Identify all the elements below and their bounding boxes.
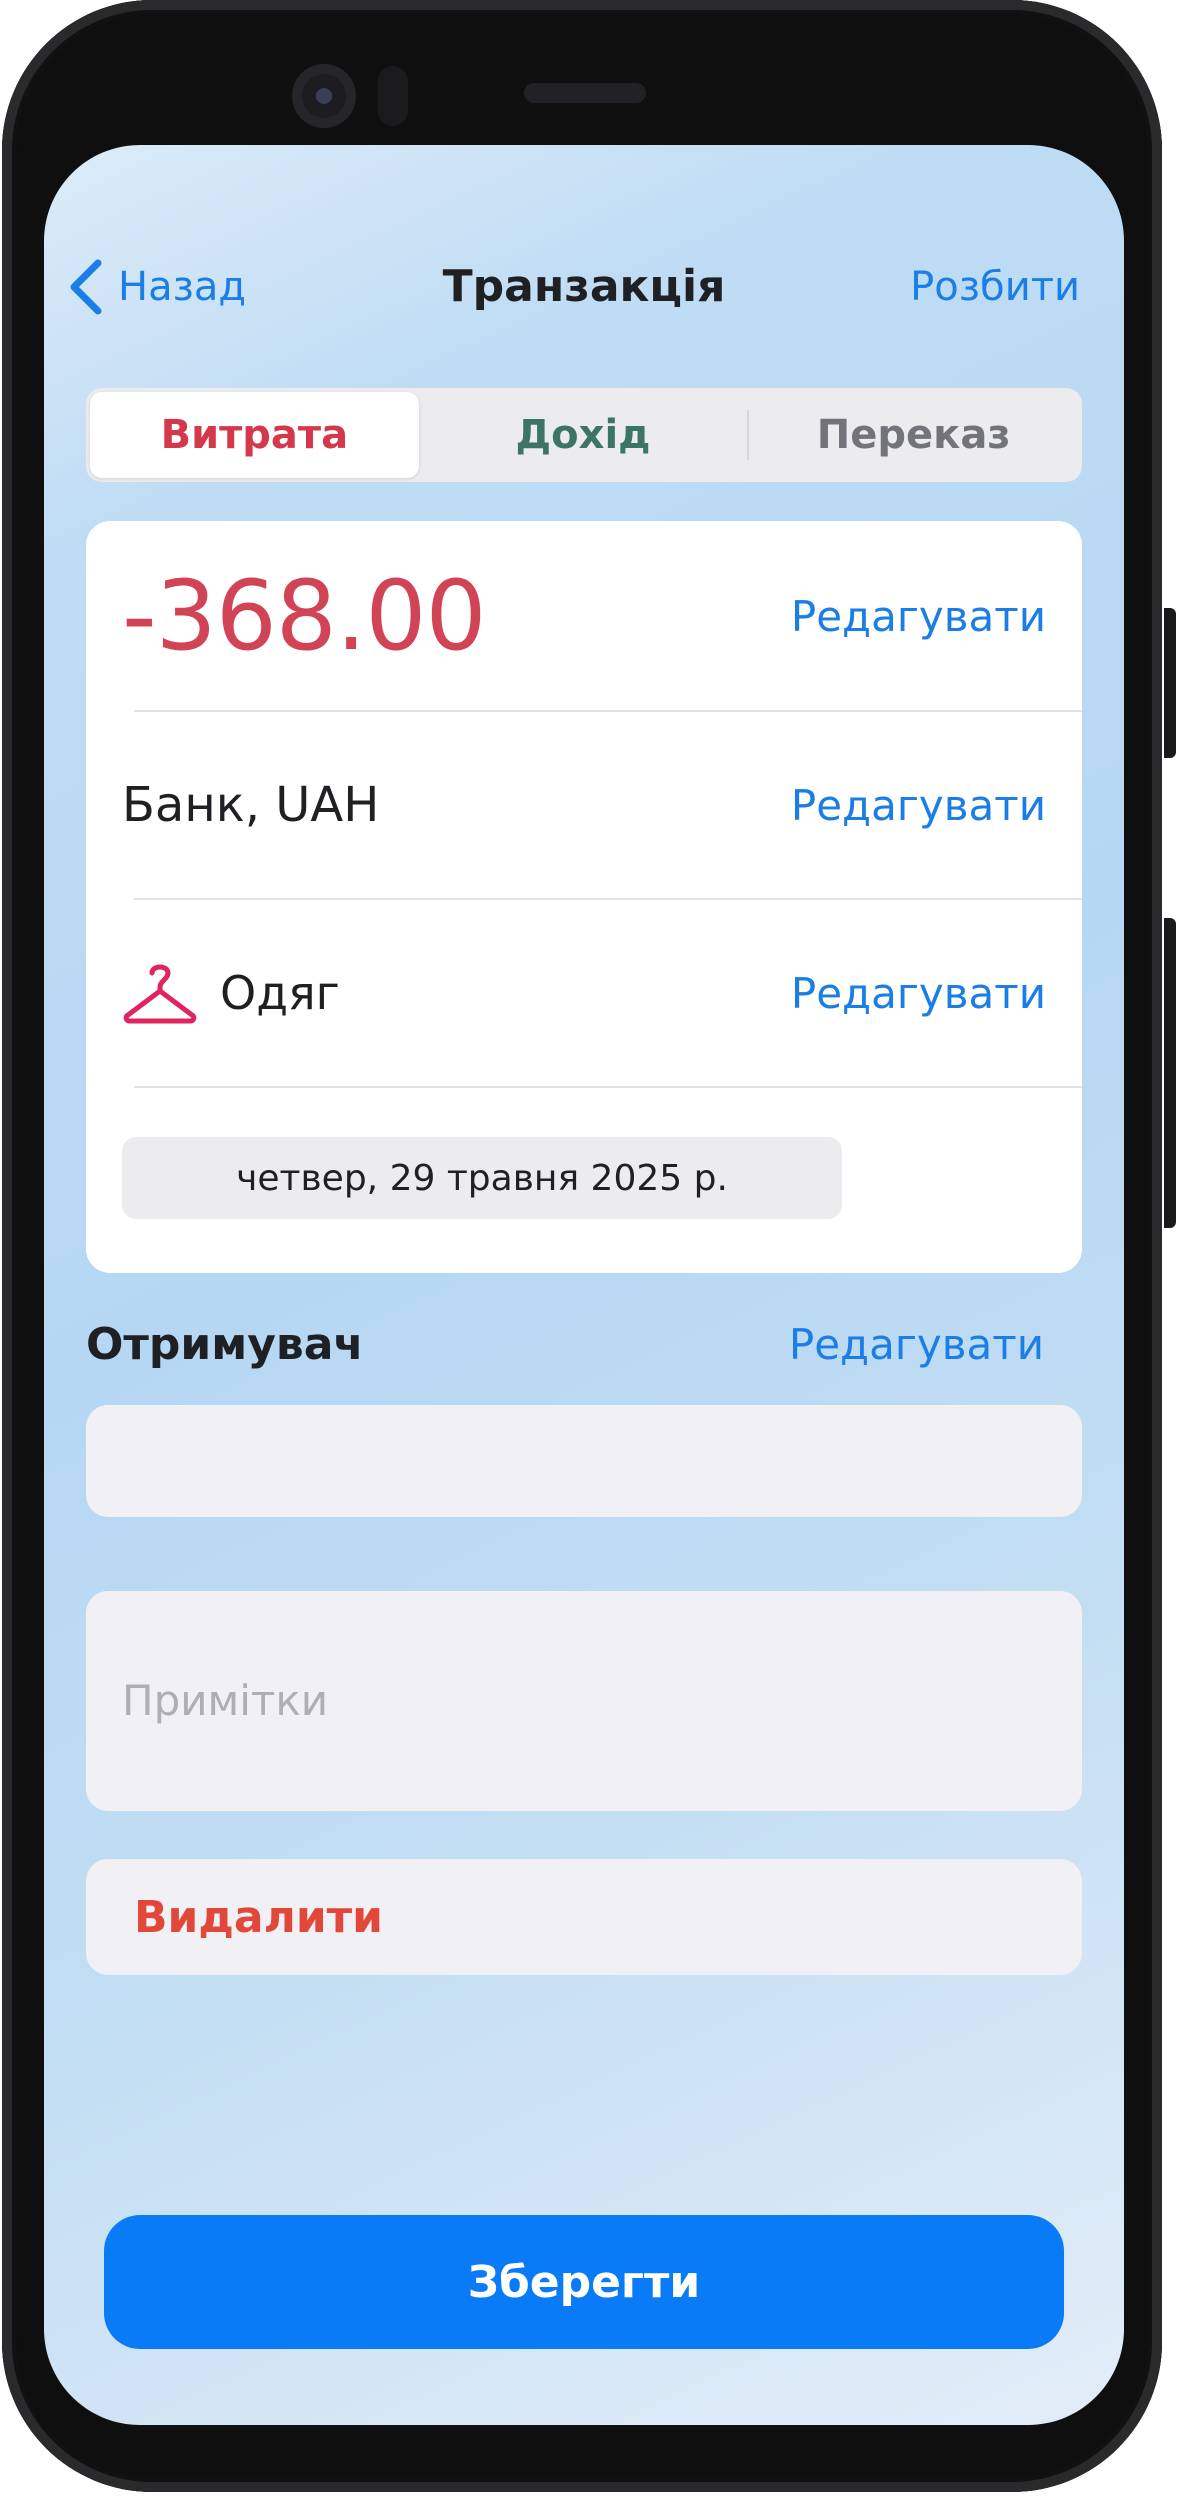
payee-input[interactable] bbox=[86, 1405, 1082, 1517]
account-row: Банк, UAH Редагувати bbox=[86, 711, 1082, 899]
edit-amount-button[interactable]: Редагувати bbox=[791, 592, 1046, 641]
volume-button bbox=[1164, 608, 1176, 758]
earpiece-speaker bbox=[524, 83, 646, 103]
delete-button[interactable]: Видалити bbox=[86, 1859, 1082, 1975]
category-value: Одяг bbox=[220, 966, 340, 1020]
payee-label: Отримувач bbox=[86, 1319, 364, 1370]
power-button bbox=[1164, 918, 1176, 1228]
date-picker[interactable]: четвер, 29 травня 2025 р. bbox=[122, 1137, 842, 1219]
category: Одяг bbox=[122, 961, 340, 1025]
front-camera bbox=[292, 64, 356, 128]
save-button[interactable]: Зберегти bbox=[104, 2215, 1064, 2349]
edit-category-button[interactable]: Редагувати bbox=[791, 969, 1046, 1018]
app-screen: Назад Транзакція Розбити Витрата Дохід П… bbox=[44, 145, 1124, 2425]
edit-account-button[interactable]: Редагувати bbox=[791, 781, 1046, 830]
split-button[interactable]: Розбити bbox=[910, 255, 1080, 319]
transaction-type-tabs: Витрата Дохід Переказ bbox=[86, 388, 1082, 482]
amount-row: -368.00 Редагувати bbox=[86, 521, 1082, 711]
category-row: Одяг Редагувати bbox=[86, 899, 1082, 1087]
amount-value: -368.00 bbox=[122, 560, 487, 672]
edit-payee-button[interactable]: Редагувати bbox=[789, 1315, 1044, 1375]
tab-expense[interactable]: Витрата bbox=[90, 392, 419, 478]
divider bbox=[134, 1086, 1082, 1088]
transaction-card: -368.00 Редагувати Банк, UAH Редагувати … bbox=[86, 521, 1082, 1273]
notes-input[interactable] bbox=[86, 1591, 1082, 1811]
tab-transfer[interactable]: Переказ bbox=[749, 392, 1078, 478]
proximity-sensor bbox=[378, 66, 408, 126]
phone-device: Назад Транзакція Розбити Витрата Дохід П… bbox=[0, 0, 1178, 2496]
clothes-hanger-icon bbox=[123, 964, 197, 1024]
account-value: Банк, UAH bbox=[122, 777, 380, 833]
tab-income[interactable]: Дохід bbox=[419, 392, 748, 478]
